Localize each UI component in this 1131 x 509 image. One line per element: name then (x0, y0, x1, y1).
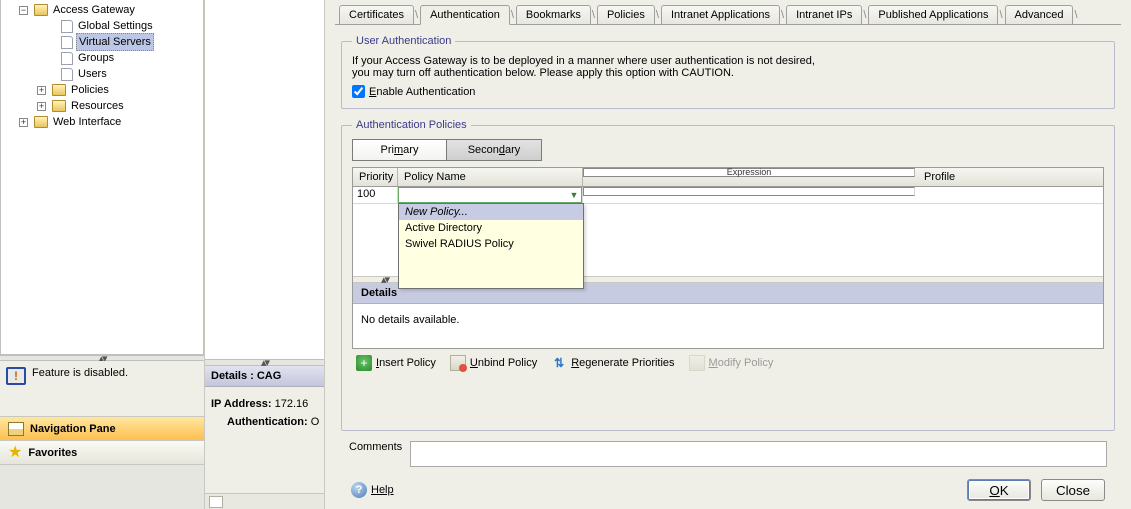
chevron-down-icon[interactable]: ▼ (567, 188, 581, 202)
plus-icon: + (356, 355, 372, 371)
favorites-button[interactable]: ★ Favorites (0, 440, 204, 464)
dropdown-item-swivel[interactable]: Swivel RADIUS Policy (399, 236, 583, 252)
details-header: Details : CAG (205, 366, 324, 387)
table-row[interactable]: 100 ▼ New Policy... Active Directory Swi… (353, 187, 1103, 204)
close-button[interactable]: Close (1041, 479, 1105, 501)
policy-toolbar: +Insert Policy Unbind Policy ⇅Regenerate… (352, 349, 1104, 371)
folder-icon (52, 84, 66, 96)
col-profile[interactable]: Profile (918, 168, 1103, 186)
page-icon (61, 52, 73, 65)
tab-policies[interactable]: Policies (597, 5, 655, 24)
feature-status: Feature is disabled. (0, 361, 204, 416)
tab-intranet-apps[interactable]: Intranet Applications (661, 5, 780, 24)
user-auth-text2: you may turn off authentication below. P… (352, 67, 1104, 79)
expand-toggle[interactable]: + (19, 118, 28, 127)
insert-policy-button[interactable]: +Insert Policy (356, 355, 436, 371)
auth-pol-legend: Authentication Policies (352, 119, 471, 131)
tab-intranet-ips[interactable]: Intranet IPs (786, 5, 862, 24)
page-icon (61, 36, 73, 49)
navigation-pane-button[interactable]: Navigation Pane (0, 416, 204, 440)
col-priority[interactable]: Priority (353, 168, 398, 186)
collapse-toggle[interactable]: − (19, 6, 28, 15)
expand-toggle[interactable]: + (37, 102, 46, 111)
cell-expression[interactable] (583, 187, 915, 196)
folder-icon (34, 116, 48, 128)
tab-authentication[interactable]: Authentication (420, 5, 510, 25)
dropdown-item-new[interactable]: New Policy... (399, 204, 583, 220)
dropdown-item-ad[interactable]: Active Directory (399, 220, 583, 236)
expand-toggle[interactable]: + (37, 86, 46, 95)
cell-policy-name[interactable]: ▼ New Policy... Active Directory Swivel … (398, 187, 583, 203)
ok-button[interactable]: OK (967, 479, 1031, 501)
cell-profile[interactable] (918, 187, 1103, 203)
secondary-tab[interactable]: Secondary (447, 139, 542, 161)
help-link[interactable]: ? Help (351, 482, 394, 498)
user-auth-legend: User Authentication (352, 35, 455, 47)
authentication-policies-group: Authentication Policies Primary Secondar… (341, 119, 1115, 431)
policy-combo[interactable]: ▼ New Policy... Active Directory Swivel … (398, 187, 582, 203)
user-authentication-group: User Authentication If your Access Gatew… (341, 35, 1115, 109)
tree-node-policies[interactable]: Policies (69, 82, 111, 98)
tab-published-apps[interactable]: Published Applications (868, 5, 998, 24)
bottom-toolbar (205, 493, 324, 509)
col-expression[interactable]: Expression (583, 168, 915, 177)
tree-node-users[interactable]: Users (76, 66, 109, 82)
refresh-icon: ⇅ (551, 355, 567, 371)
policy-grid: Priority Policy Name Expression Profile … (352, 167, 1104, 349)
primary-tab[interactable]: Primary (352, 139, 447, 161)
warning-icon (6, 367, 26, 385)
nav-tree[interactable]: − Access Gateway Global Settings Virtual… (0, 0, 204, 355)
enable-authentication-checkbox[interactable] (352, 85, 365, 98)
tab-bar: Certificates\ Authentication\ Bookmarks\… (325, 0, 1131, 24)
nav-pane-icon (8, 422, 24, 436)
policy-dropdown[interactable]: New Policy... Active Directory Swivel RA… (398, 203, 584, 289)
star-icon: ★ (8, 446, 22, 460)
regenerate-priorities-button[interactable]: ⇅Regenerate Priorities (551, 355, 674, 371)
modify-policy-button: Modify Policy (689, 355, 774, 371)
tree-node-virtual-servers[interactable]: Virtual Servers (76, 33, 154, 51)
comments-field[interactable] (410, 441, 1107, 467)
enable-authentication-label[interactable]: Enable Authentication (369, 86, 475, 98)
edit-icon (689, 355, 705, 371)
col-policy-name[interactable]: Policy Name (398, 168, 583, 186)
details-body: IP Address: 172.16 Authentication: O (205, 387, 324, 439)
page-icon (61, 68, 73, 81)
tab-advanced[interactable]: Advanced (1005, 5, 1074, 24)
tree-node-resources[interactable]: Resources (69, 98, 126, 114)
status-text: Feature is disabled. (32, 367, 128, 379)
tab-certificates[interactable]: Certificates (339, 5, 414, 24)
help-icon: ? (351, 482, 367, 498)
tab-bookmarks[interactable]: Bookmarks (516, 5, 591, 24)
comments-label: Comments (349, 441, 402, 453)
user-auth-text1: If your Access Gateway is to be deployed… (352, 55, 1104, 67)
cell-priority[interactable]: 100 (353, 187, 398, 203)
tree-node-web-interface[interactable]: Web Interface (51, 114, 123, 130)
tree-node-access-gateway[interactable]: Access Gateway (51, 2, 137, 18)
page-icon (61, 20, 73, 33)
tree-node-global-settings[interactable]: Global Settings (76, 18, 155, 34)
tree-node-groups[interactable]: Groups (76, 50, 116, 66)
unbind-icon (450, 355, 466, 371)
folder-open-icon (34, 4, 48, 16)
folder-icon (52, 100, 66, 112)
no-details-text: No details available. (353, 304, 1103, 348)
unbind-policy-button[interactable]: Unbind Policy (450, 355, 537, 371)
